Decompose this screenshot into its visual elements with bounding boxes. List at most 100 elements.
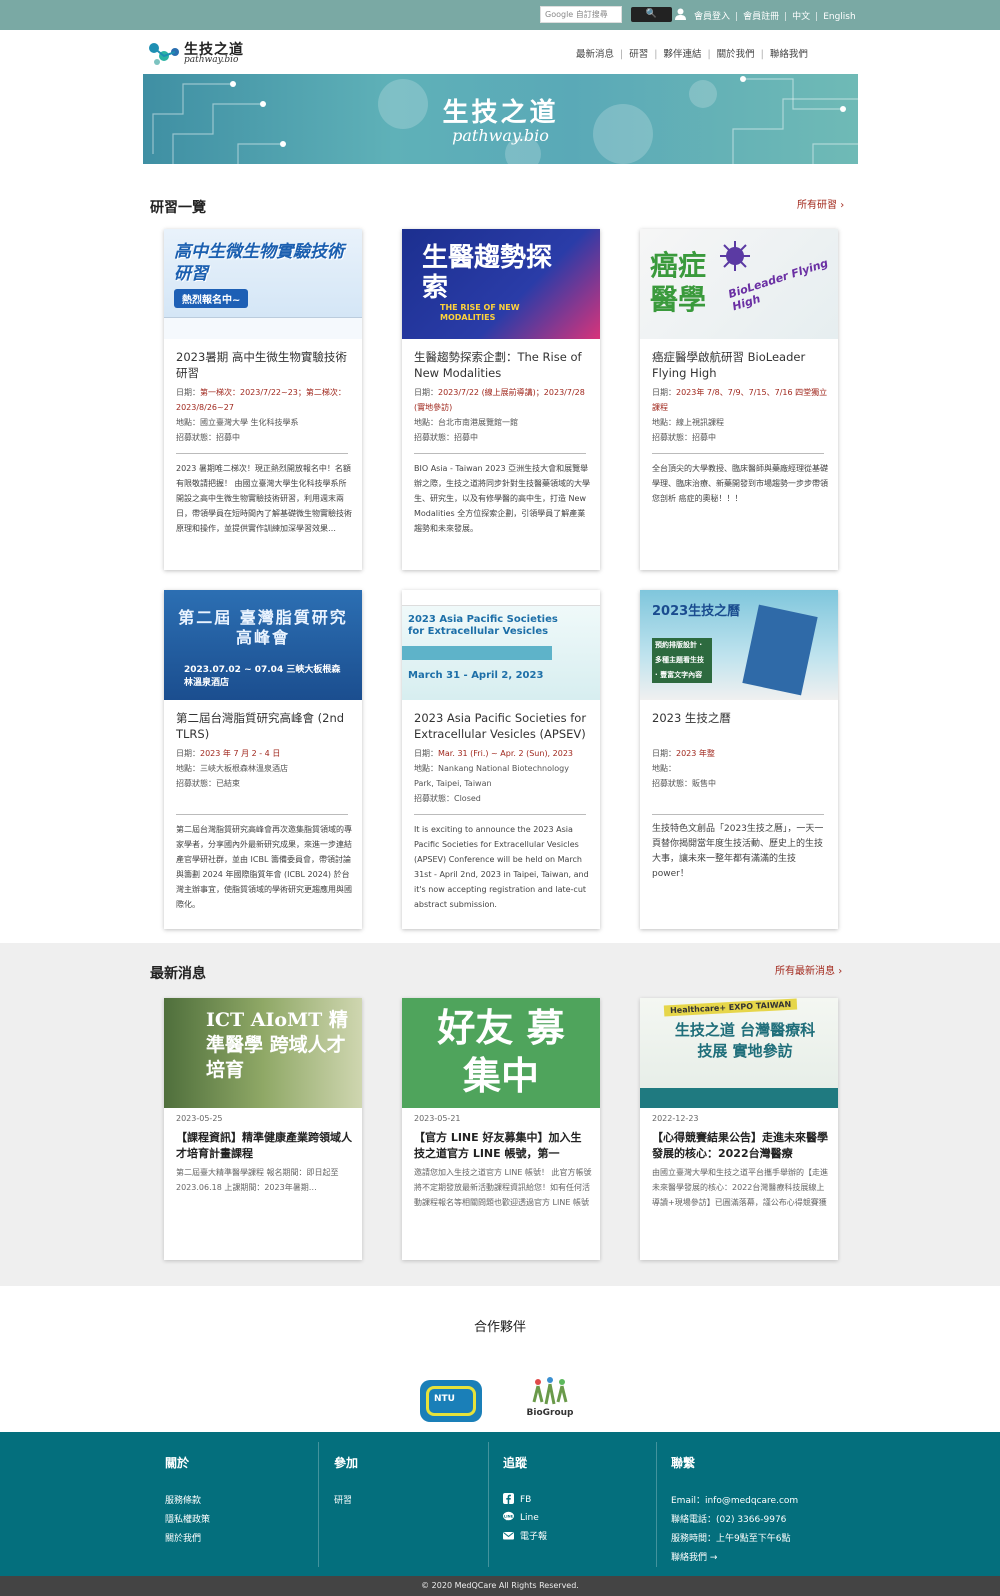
terms-link[interactable]: 服務條款: [165, 1493, 210, 1506]
news-title[interactable]: 【課程資訊】精準健康產業跨領域人才培育計畫課程: [176, 1130, 354, 1162]
workshop-card[interactable]: 2023 Asia Pacific Societies for Extracel…: [402, 590, 600, 929]
workshop-card[interactable]: 高中生微生物實驗技術研習 熱烈報名中~ 2023暑期 高中生微生物實驗技術研習 …: [164, 229, 362, 570]
login-link[interactable]: 會員登入: [694, 12, 730, 22]
facebook-icon: [503, 1493, 514, 1504]
lang-zh-link[interactable]: 中文: [792, 12, 810, 22]
date-value: 第一梯次：2023/7/22~23；第二梯次：2023/8/26~27: [176, 388, 346, 412]
nav-workshops[interactable]: 研習: [623, 49, 654, 60]
nav-news[interactable]: 最新消息: [570, 49, 620, 60]
divider: [652, 814, 824, 815]
news-card[interactable]: Healthcare+ EXPO TAIWAN 生技之道 台灣醫療科技展 實地參…: [640, 998, 838, 1260]
workshop-title[interactable]: 生醫趨勢探索企劃：The Rise of New Modalities: [414, 349, 590, 381]
workshop-image-text: 第二屆 臺灣脂質研究高峰會: [178, 608, 348, 647]
partner-logo-biogroup[interactable]: BioGroup: [524, 1376, 576, 1424]
workshop-card[interactable]: 生醫趨勢探索 THE RISE OF NEW MODALITIES 生醫趨勢探索…: [402, 229, 600, 570]
contact-email[interactable]: Email：info@medqcare.com: [671, 1493, 798, 1506]
mail-icon: [503, 1532, 514, 1540]
contact-us-link[interactable]: 聯絡我們 →: [671, 1550, 798, 1563]
top-links: 會員登入 | 會員註冊 | 中文 | English: [694, 12, 856, 22]
workshop-title[interactable]: 第二屆台灣脂質研究高峰會 (2nd TLRS): [176, 710, 352, 742]
workshop-desc: 第二屆台灣脂質研究高峰會再次邀集脂質領域的專家學者，分享國內外最新研究成果，來進…: [176, 825, 352, 909]
workshop-image-badge: 2023.07.02 ~ 07.04 三峽大板根森林溫泉酒店: [184, 665, 341, 688]
footer-about-title: 關於: [165, 1456, 190, 1470]
newsletter-link[interactable]: 電子報: [503, 1529, 547, 1542]
virus-icon: [720, 241, 750, 271]
line-link[interactable]: LINE Line: [503, 1511, 547, 1523]
footer-follow: 追蹤 FB LINE Line 電子報: [503, 1454, 547, 1548]
workshop-date: 日期：2023 年 7 月 2 - 4 日: [176, 746, 352, 761]
date-label: 日期：: [414, 749, 438, 758]
news-title: 最新消息: [150, 966, 206, 982]
footer-contact-title: 聯繫: [671, 1456, 696, 1470]
all-workshops-label: 所有研習: [797, 200, 837, 211]
news-card[interactable]: 好友 募集中 2023-05-21 【官方 LINE 好友募集中】加入生技之道官…: [402, 998, 600, 1260]
newsletter-label: 電子報: [520, 1532, 548, 1542]
date-value: 2023 年 7 月 2 - 4 日: [200, 749, 281, 758]
contact-phone: 聯絡電話：(02) 3366-9976: [671, 1515, 787, 1525]
chevron-right-icon: ›: [838, 966, 843, 977]
biogroup-people-icon: [532, 1377, 568, 1405]
footer-divider: [488, 1442, 489, 1567]
logo[interactable]: 生技之道 pathway.bio: [148, 38, 248, 70]
workshop-desc: BIO Asia - Taiwan 2023 亞洲生技大會和展覽舉辦之際，生技之…: [414, 464, 590, 533]
search-input[interactable]: Google 自訂搜尋: [540, 6, 622, 23]
news-image-badge: Healthcare+ EXPO TAIWAN: [663, 998, 798, 1017]
all-workshops-link[interactable]: 所有研習 ›: [797, 196, 844, 211]
partner-logo-ntu[interactable]: NTU: [420, 1380, 482, 1422]
date-label: 日期：: [176, 749, 200, 758]
all-news-link[interactable]: 所有最新消息 ›: [775, 962, 842, 977]
workshop-card[interactable]: 2023生技之曆 預約排版設計 · 多種主題看生技 · 豐富文字內容 2023 …: [640, 590, 838, 929]
news-title[interactable]: 【心得競賽結果公告】走進未來醫學發展的核心：2022台灣醫療: [652, 1130, 830, 1162]
workshop-title[interactable]: 2023 Asia Pacific Societies for Extracel…: [414, 710, 590, 742]
workshop-date: 日期：2023 年整: [652, 746, 828, 761]
news-image-text: 生技之道 台灣醫療科技展 實地參訪: [674, 1021, 816, 1060]
workshop-location: 地點：線上視訊課程: [652, 418, 724, 427]
partner-biogroup-label: BioGroup: [526, 1408, 574, 1418]
workshop-image: 生醫趨勢探索 THE RISE OF NEW MODALITIES: [402, 229, 600, 339]
nav-contact[interactable]: 聯絡我們: [764, 49, 814, 60]
date-value: 2023/7/22 (線上展前導講)；2023/7/28 (實地參訪): [414, 388, 585, 412]
workshop-image: 第二屆 臺灣脂質研究高峰會 2023.07.02 ~ 07.04 三峽大板根森林…: [164, 590, 362, 700]
contact-hours: 服務時間：上午9點至下午6點: [671, 1534, 791, 1544]
workshop-image: 高中生微生物實驗技術研習 熱烈報名中~: [164, 229, 362, 339]
fb-link[interactable]: FB: [503, 1493, 547, 1505]
workshop-card[interactable]: 第二屆 臺灣脂質研究高峰會 2023.07.02 ~ 07.04 三峽大板根森林…: [164, 590, 362, 929]
workshop-date: 日期：Mar. 31 (Fri.) ~ Apr. 2 (Sun), 2023: [414, 746, 590, 761]
date-label: 日期：: [652, 749, 676, 758]
workshop-title[interactable]: 癌症醫學啟航研習 BioLeader Flying High: [652, 349, 828, 381]
workshop-image: 2023 Asia Pacific Societies for Extracel…: [402, 590, 600, 700]
banner-subtitle: pathway.bio: [452, 126, 549, 145]
news-title[interactable]: 【官方 LINE 好友募集中】加入生技之道官方 LINE 帳號，第一: [414, 1130, 592, 1162]
footer-contact: 聯繫 Email：info@medqcare.com 聯絡電話：(02) 336…: [671, 1454, 798, 1569]
search-button[interactable]: 🔍: [631, 7, 672, 22]
workshop-title[interactable]: 2023暑期 高中生微生物實驗技術研習: [176, 349, 352, 381]
nav-partners[interactable]: 夥伴連結: [657, 49, 707, 60]
footer-about: 關於 服務條款 隱私權政策 關於我們: [165, 1454, 210, 1550]
workshop-image-badge: 預約排版設計 · 多種主題看生技 · 豐富文字內容: [652, 638, 712, 683]
lang-en-link[interactable]: English: [823, 12, 856, 22]
news-card[interactable]: ICT AIoMT 精準醫學 跨域人才培育 2023-05-25 【課程資訊】精…: [164, 998, 362, 1260]
workshop-date: 日期：第一梯次：2023/7/22~23；第二梯次：2023/8/26~27: [176, 385, 352, 415]
footer-divider: [656, 1442, 657, 1567]
workshop-image-text: 生醫趨勢探索: [422, 243, 553, 303]
date-value: Mar. 31 (Fri.) ~ Apr. 2 (Sun), 2023: [438, 749, 574, 758]
workshop-image: 2023生技之曆 預約排版設計 · 多種主題看生技 · 豐富文字內容: [640, 590, 838, 700]
line-icon: LINE: [503, 1511, 514, 1521]
workshop-desc: 2023 暑期唯二梯次！現正熱烈開放報名中！名額有限敬請把握！ 由國立臺灣大學生…: [176, 464, 352, 533]
news-date: 2023-05-25: [176, 1114, 223, 1123]
workshop-image: 癌症醫學 BioLeader Flying High: [640, 229, 838, 339]
workshop-title[interactable]: 2023 生技之曆: [652, 710, 828, 726]
divider: [652, 453, 824, 454]
workshops-title: 研習一覽: [150, 200, 206, 216]
footer-follow-title: 追蹤: [503, 1456, 528, 1470]
workshop-location: 地點：台北市南港展覽館一館: [414, 418, 518, 427]
workshop-location: 地點：三峽大板根森林溫泉酒店: [176, 764, 288, 773]
workshop-card[interactable]: 癌症醫學 BioLeader Flying High 癌症醫學啟航研習 BioL…: [640, 229, 838, 570]
workshops-footer-link[interactable]: 研習: [334, 1493, 358, 1506]
privacy-link[interactable]: 隱私權政策: [165, 1512, 210, 1525]
register-link[interactable]: 會員註冊: [743, 12, 779, 22]
workshop-date: 日期：2023/7/22 (線上展前導講)；2023/7/28 (實地參訪): [414, 385, 590, 415]
about-link[interactable]: 關於我們: [165, 1531, 210, 1544]
workshop-image-text: 2023 Asia Pacific Societies for Extracel…: [408, 614, 558, 637]
nav-about[interactable]: 關於我們: [711, 49, 761, 60]
